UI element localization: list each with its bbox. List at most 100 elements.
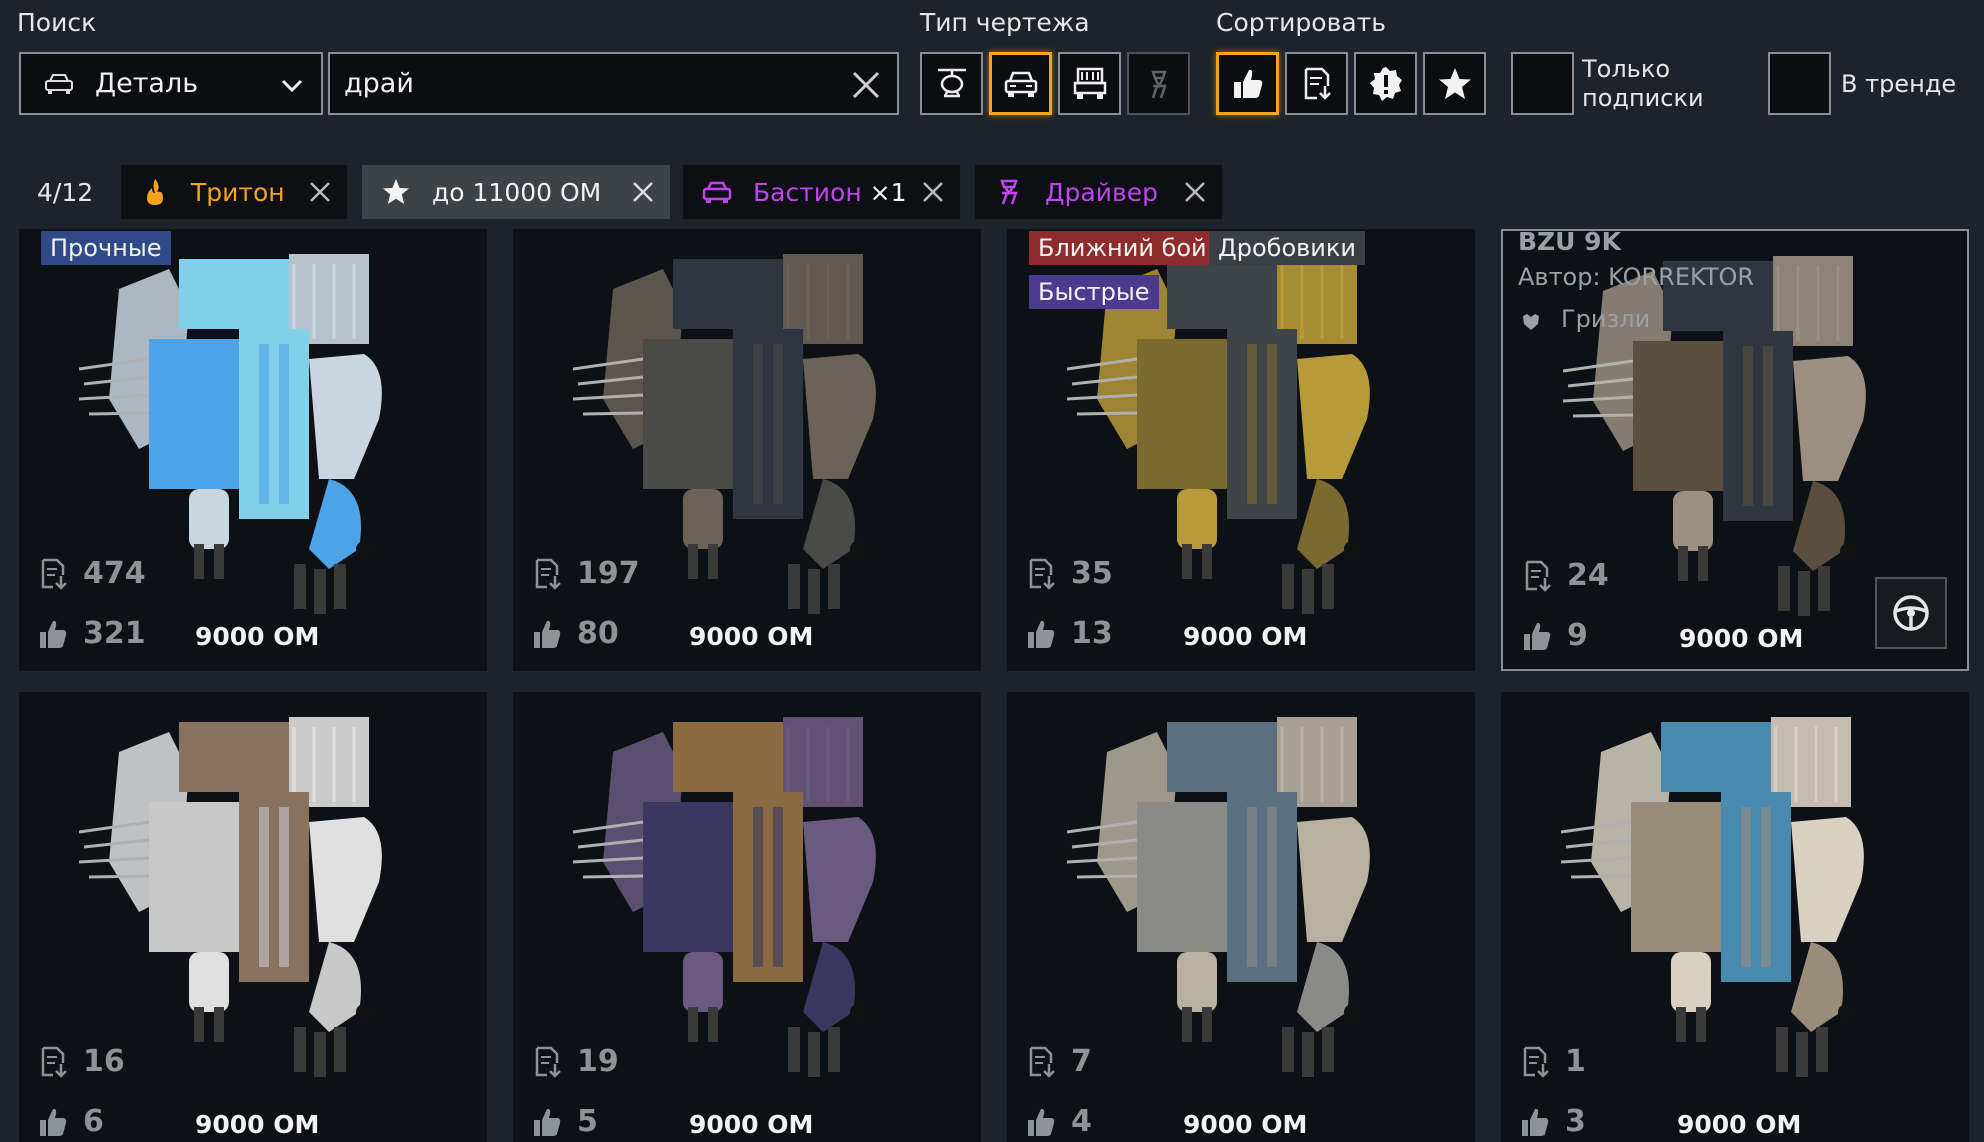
likes-stat: 6 [37, 1104, 104, 1139]
category-dropdown[interactable]: Деталь [19, 52, 323, 115]
blueprint-author: Автор: KORREKTOR [1518, 263, 1755, 291]
alert-badge-icon [1369, 66, 1402, 101]
chevron-down-icon [281, 79, 303, 93]
close-icon[interactable] [849, 68, 883, 102]
blueprint-card[interactable]: 197 80 9000 ОМ [513, 229, 981, 671]
download-icon [1029, 1046, 1055, 1078]
download-icon [1304, 67, 1331, 100]
thumbs-up-icon [1028, 1108, 1055, 1136]
blueprint-title: BZU 9K [1518, 229, 1621, 256]
type-truck-button[interactable] [1058, 52, 1121, 115]
downloads-count: 24 [1567, 558, 1609, 593]
thumbs-up-icon [1522, 1108, 1549, 1136]
sort-likes-button[interactable] [1216, 52, 1279, 115]
download-icon [535, 558, 561, 590]
downloads-count: 474 [83, 556, 146, 591]
likes-stat: 5 [531, 1104, 598, 1139]
likes-count: 4 [1071, 1104, 1092, 1139]
type-helicopter-button[interactable] [920, 52, 983, 115]
tag-badge: Ближний бой [1029, 231, 1216, 265]
sort-new-button[interactable] [1354, 52, 1417, 115]
blueprint-price: 9000 ОМ [1183, 1110, 1308, 1139]
blueprint-card[interactable]: 1 3 9000 ОМ [1501, 692, 1969, 1142]
likes-stat: 9 [1521, 618, 1588, 653]
test-drive-button[interactable] [1875, 577, 1947, 649]
sort-favorites-button[interactable] [1423, 52, 1486, 115]
blueprint-card[interactable]: BZU 9K Автор: KORREKTOR Гризли 24 9 9000 ОМ [1501, 229, 1969, 671]
robot-preview-image [1067, 717, 1370, 1077]
category-value: Деталь [95, 68, 199, 99]
blueprint-type-label: Тип чертежа [920, 8, 1090, 37]
thumbs-up-icon [534, 620, 561, 648]
likes-count: 3 [1565, 1104, 1586, 1139]
likes-stat: 3 [1519, 1104, 1586, 1139]
blueprint-card[interactable]: 19 5 9000 ОМ [513, 692, 981, 1142]
likes-stat: 80 [531, 616, 619, 651]
likes-stat: 321 [37, 616, 146, 651]
star-icon [383, 179, 409, 204]
close-icon[interactable] [305, 177, 335, 207]
close-icon[interactable] [918, 177, 948, 207]
filter-chip-label: Бастион [753, 177, 862, 207]
blueprint-card[interactable]: Прочные 474 321 9000 ОМ [19, 229, 487, 671]
downloads-count: 35 [1071, 556, 1113, 591]
download-icon [1525, 560, 1551, 592]
likes-count: 80 [577, 616, 619, 651]
car-icon [702, 181, 732, 203]
download-icon [1029, 558, 1055, 590]
search-label: Поиск [17, 8, 97, 37]
type-walker-button[interactable] [1127, 52, 1190, 115]
filter-chip-driver[interactable]: Драйвер [975, 165, 1222, 219]
likes-stat: 4 [1025, 1104, 1092, 1139]
filter-chip-label: до 11000 ОМ [432, 177, 602, 207]
truck-icon [1073, 67, 1106, 99]
downloads-count: 19 [577, 1044, 619, 1079]
download-icon [1523, 1046, 1549, 1078]
sort-label: Сортировать [1216, 8, 1386, 37]
helicopter-icon [937, 68, 966, 97]
downloads-stat: 1 [1519, 1044, 1586, 1079]
downloads-stat: 19 [531, 1044, 619, 1079]
type-car-button[interactable] [989, 52, 1052, 115]
blueprint-card[interactable]: 7 4 9000 ОМ [1007, 692, 1475, 1142]
blueprint-price: 9000 ОМ [195, 622, 320, 651]
thumbs-up-icon [534, 1108, 561, 1136]
likes-count: 13 [1071, 616, 1113, 651]
downloads-stat: 474 [37, 556, 146, 591]
tag-badge: Дробовики [1209, 231, 1365, 265]
filter-chip-bastion[interactable]: Бастион ×1 [683, 165, 960, 219]
blueprint-card[interactable]: 16 6 9000 ОМ [19, 692, 487, 1142]
downloads-count: 7 [1071, 1044, 1092, 1079]
thumbs-up-icon [40, 1108, 67, 1136]
trending-label: В тренде [1841, 70, 1957, 98]
thumbs-up-icon [40, 620, 67, 648]
thumbs-up-icon [1524, 622, 1551, 650]
filter-counter: 4/12 [37, 178, 94, 207]
star-icon [1438, 67, 1471, 99]
sort-downloads-button[interactable] [1285, 52, 1348, 115]
trending-checkbox[interactable] [1768, 52, 1831, 115]
blueprint-price: 9000 ОМ [1183, 622, 1308, 651]
download-icon [535, 1046, 561, 1078]
downloads-count: 16 [83, 1044, 125, 1079]
flame-icon [147, 179, 163, 205]
grizzly-faction-icon [1523, 314, 1539, 330]
download-icon [41, 558, 67, 590]
close-icon[interactable] [628, 177, 658, 207]
walker-icon [1150, 70, 1167, 98]
blueprint-price: 9000 ОМ [689, 622, 814, 651]
robot-preview-image [1561, 717, 1864, 1077]
close-icon[interactable] [1180, 177, 1210, 207]
filter-chip-triton[interactable]: Тритон [121, 165, 347, 219]
downloads-stat: 35 [1025, 556, 1113, 591]
tag-badge: Быстрые [1029, 275, 1159, 309]
driver-icon [1000, 179, 1018, 205]
blueprint-price: 9000 ОМ [689, 1110, 814, 1139]
thumbs-up-icon [1028, 620, 1055, 648]
blueprint-card[interactable]: Ближний бой Дробовики Быстрые 35 13 9000 ОМ [1007, 229, 1475, 671]
subscriptions-only-checkbox[interactable] [1511, 52, 1574, 115]
car-icon [45, 73, 73, 94]
downloads-stat: 197 [531, 556, 640, 591]
search-input[interactable] [344, 68, 824, 99]
filter-chip-price[interactable]: до 11000 ОМ [362, 165, 670, 219]
